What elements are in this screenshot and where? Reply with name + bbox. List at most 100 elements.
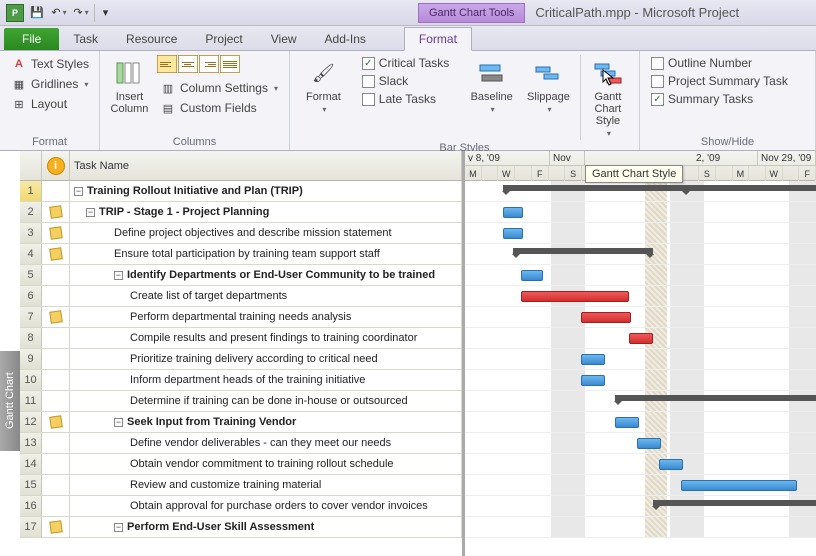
critical-task-bar[interactable]	[629, 333, 653, 344]
late-tasks-checkbox[interactable]: Late Tasks	[359, 91, 452, 107]
slack-checkbox[interactable]: Slack	[359, 73, 452, 89]
table-row[interactable]: 15Review and customize training material	[20, 475, 462, 496]
row-id[interactable]: 8	[20, 328, 42, 348]
critical-task-bar[interactable]	[581, 312, 631, 323]
row-id[interactable]: 12	[20, 412, 42, 432]
summary-bar[interactable]	[653, 500, 816, 506]
table-row[interactable]: 5−Identify Departments or End-User Commu…	[20, 265, 462, 286]
task-name-cell[interactable]: Obtain vendor commitment to training rol…	[70, 454, 462, 474]
gantt-row[interactable]	[465, 517, 816, 538]
layout-button[interactable]: ⊞Layout	[8, 95, 92, 113]
tab-format[interactable]: Format	[404, 27, 472, 51]
gantt-row[interactable]	[465, 349, 816, 370]
insert-column-button[interactable]: Insert Column	[108, 55, 151, 117]
task-bar[interactable]	[581, 375, 605, 386]
table-row[interactable]: 4 Ensure total participation by training …	[20, 244, 462, 265]
critical-task-bar[interactable]	[521, 291, 629, 302]
gantt-body[interactable]	[465, 181, 816, 538]
gantt-row[interactable]	[465, 496, 816, 517]
task-name-cell[interactable]: Define project objectives and describe m…	[70, 223, 462, 243]
gantt-row[interactable]	[465, 181, 816, 202]
table-row[interactable]: 12 −Seek Input from Training Vendor	[20, 412, 462, 433]
table-row[interactable]: 7Perform departmental training needs ana…	[20, 307, 462, 328]
row-id[interactable]: 16	[20, 496, 42, 516]
row-id[interactable]: 10	[20, 370, 42, 390]
file-tab[interactable]: File	[4, 28, 59, 50]
gantt-row[interactable]	[465, 265, 816, 286]
gantt-row[interactable]	[465, 475, 816, 496]
row-id[interactable]: 13	[20, 433, 42, 453]
save-icon[interactable]: 💾	[28, 4, 46, 22]
table-row[interactable]: 10 Inform department heads of the trainin…	[20, 370, 462, 391]
project-summary-checkbox[interactable]: Project Summary Task	[648, 73, 791, 89]
tab-project[interactable]: Project	[191, 28, 256, 50]
task-name-cell[interactable]: −Perform End-User Skill Assessment	[70, 517, 462, 537]
undo-icon[interactable]: ↶	[50, 4, 68, 22]
qat-customize-icon[interactable]: ▾	[94, 4, 112, 22]
text-styles-button[interactable]: AText Styles	[8, 55, 92, 73]
row-id[interactable]: 6	[20, 286, 42, 306]
slippage-button[interactable]: Slippage	[523, 55, 574, 116]
task-name-cell[interactable]: Obtain approval for purchase orders to c…	[70, 496, 462, 516]
tab-task[interactable]: Task	[59, 28, 112, 50]
collapse-icon[interactable]: −	[114, 523, 123, 532]
summary-bar[interactable]	[503, 185, 816, 191]
gantt-row[interactable]	[465, 370, 816, 391]
outline-number-checkbox[interactable]: Outline Number	[648, 55, 791, 71]
table-row[interactable]: 3Define project objectives and describe …	[20, 223, 462, 244]
task-bar[interactable]	[637, 438, 661, 449]
task-name-cell[interactable]: −Seek Input from Training Vendor	[70, 412, 462, 432]
gantt-timescale[interactable]: v 8, '09 Nov 2, '09 Nov 29, '09 MWFSMWFS…	[465, 151, 816, 181]
task-name-cell[interactable]: Inform department heads of the training …	[70, 370, 462, 390]
summary-tasks-checkbox[interactable]: ✓Summary Tasks	[648, 91, 791, 107]
task-bar[interactable]	[503, 207, 523, 218]
table-row[interactable]: 2−TRIP - Stage 1 - Project Planning	[20, 202, 462, 223]
app-icon[interactable]: P	[6, 4, 24, 22]
task-bar[interactable]	[615, 417, 639, 428]
task-name-cell[interactable]: Perform departmental training needs anal…	[70, 307, 462, 327]
row-id[interactable]: 17	[20, 517, 42, 537]
task-name-cell[interactable]: Compile results and present findings to …	[70, 328, 462, 348]
task-name-cell[interactable]: −Training Rollout Initiative and Plan (T…	[70, 181, 462, 201]
gantt-row[interactable]	[465, 328, 816, 349]
task-name-cell[interactable]: Determine if training can be done in-hou…	[70, 391, 462, 411]
gantt-row[interactable]	[465, 307, 816, 328]
table-row[interactable]: 16 Obtain approval for purchase orders to…	[20, 496, 462, 517]
task-bar[interactable]	[503, 228, 523, 239]
header-indicator[interactable]: i	[42, 151, 70, 180]
collapse-icon[interactable]: −	[114, 418, 123, 427]
align-center-button[interactable]	[178, 55, 198, 73]
task-name-cell[interactable]: Create list of target departments	[70, 286, 462, 306]
row-id[interactable]: 14	[20, 454, 42, 474]
table-row[interactable]: 9 Prioritize training delivery according …	[20, 349, 462, 370]
align-right-button[interactable]	[199, 55, 219, 73]
critical-tasks-checkbox[interactable]: ✓Critical Tasks	[359, 55, 452, 71]
table-row[interactable]: 13 Define vendor deliverables - can they …	[20, 433, 462, 454]
table-row[interactable]: 14 Obtain vendor commitment to training r…	[20, 454, 462, 475]
task-name-cell[interactable]: Ensure total participation by training t…	[70, 244, 462, 264]
collapse-icon[interactable]: −	[114, 271, 123, 280]
task-name-cell[interactable]: Define vendor deliverables - can they me…	[70, 433, 462, 453]
task-bar[interactable]	[581, 354, 605, 365]
gantt-chart[interactable]: v 8, '09 Nov 2, '09 Nov 29, '09 MWFSMWFS…	[465, 151, 816, 556]
gantt-row[interactable]	[465, 244, 816, 265]
gantt-row[interactable]	[465, 202, 816, 223]
gantt-row[interactable]	[465, 391, 816, 412]
task-name-cell[interactable]: Prioritize training delivery according t…	[70, 349, 462, 369]
task-bar[interactable]	[521, 270, 543, 281]
collapse-icon[interactable]: −	[86, 208, 95, 217]
row-id[interactable]: 4	[20, 244, 42, 264]
row-id[interactable]: 9	[20, 349, 42, 369]
task-bar[interactable]	[681, 480, 797, 491]
table-row[interactable]: 1−Training Rollout Initiative and Plan (…	[20, 181, 462, 202]
table-row[interactable]: 6 Create list of target departments	[20, 286, 462, 307]
summary-bar[interactable]	[513, 248, 653, 254]
side-tab-gantt[interactable]: Gantt Chart	[0, 351, 20, 451]
collapse-icon[interactable]: −	[74, 187, 83, 196]
tab-addins[interactable]: Add-Ins	[311, 28, 380, 50]
row-id[interactable]: 5	[20, 265, 42, 285]
gantt-row[interactable]	[465, 286, 816, 307]
header-id[interactable]	[20, 151, 42, 180]
wrap-text-button[interactable]	[220, 55, 240, 73]
baseline-button[interactable]: Baseline	[466, 55, 517, 116]
